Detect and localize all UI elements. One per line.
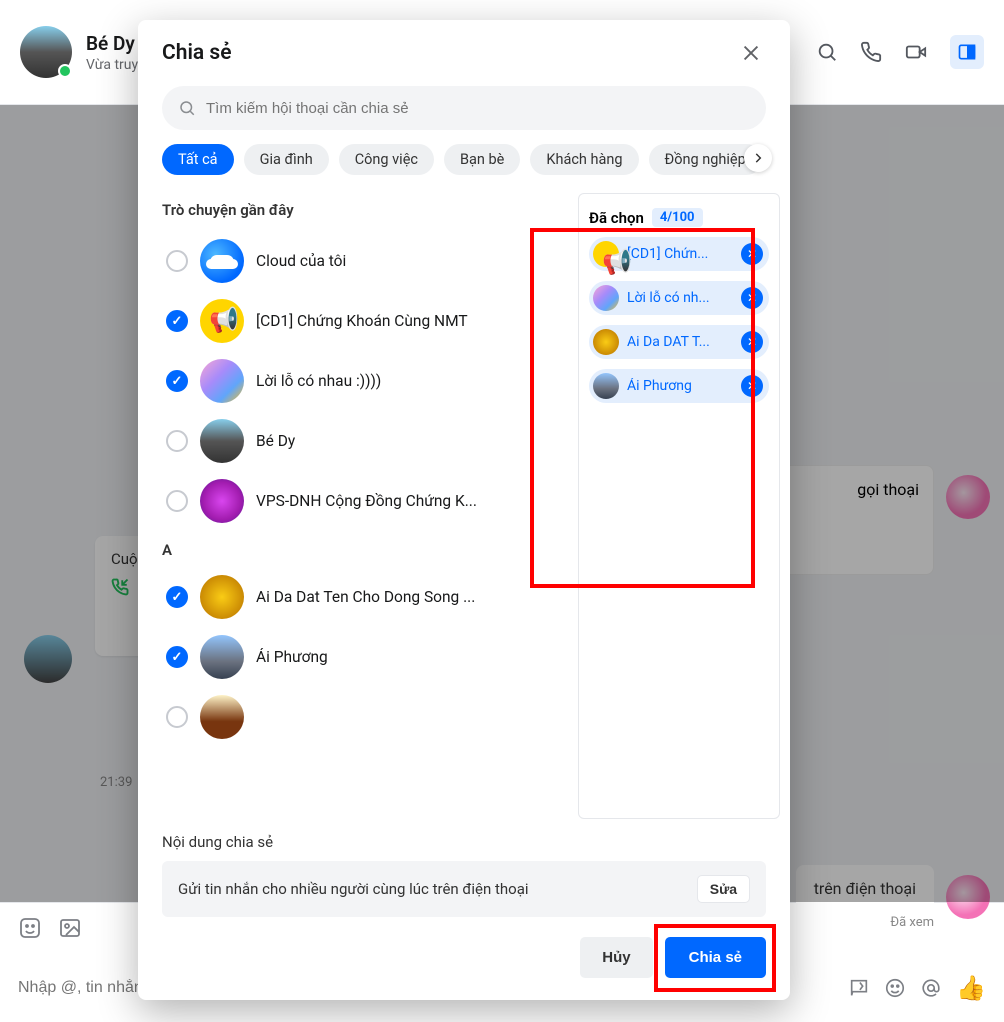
search-input[interactable] xyxy=(206,100,750,117)
list-item[interactable]: Ái Phương xyxy=(162,627,562,687)
list-item[interactable]: Cloud của tôi xyxy=(162,231,562,291)
edit-button[interactable]: Sửa xyxy=(697,875,750,903)
checkbox-icon[interactable] xyxy=(166,370,188,392)
close-icon[interactable] xyxy=(736,38,766,68)
checkbox-icon[interactable] xyxy=(166,490,188,512)
chip-work[interactable]: Công việc xyxy=(339,144,434,175)
selected-chip-label: Ái Phương xyxy=(627,378,733,394)
list-item[interactable] xyxy=(162,687,562,747)
share-content-label: Nội dung chia sẻ xyxy=(162,833,766,851)
section-a: A xyxy=(162,531,562,567)
online-dot-icon xyxy=(58,64,72,78)
list-item-label: VPS-DNH Cộng Đồng Chứng K... xyxy=(256,492,477,510)
selected-chip-label: Lời lỗ có nh... xyxy=(627,290,733,306)
list-item[interactable]: Lời lỗ có nhau :)))) xyxy=(162,351,562,411)
avatar xyxy=(593,285,619,311)
list-item-label: Bé Dy xyxy=(256,432,295,450)
avatar xyxy=(200,479,244,523)
list-item-label: Ai Da Dat Ten Cho Dong Song ... xyxy=(256,588,475,606)
phone-icon[interactable] xyxy=(860,41,882,63)
selected-chip: Lời lỗ có nh... ✕ xyxy=(589,281,769,315)
share-content-box: Gửi tin nhắn cho nhiều người cùng lúc tr… xyxy=(162,861,766,917)
search-icon[interactable] xyxy=(816,41,838,63)
checkbox-icon[interactable] xyxy=(166,250,188,272)
avatar[interactable] xyxy=(20,26,72,78)
selected-chip: Ai Da DAT T... ✕ xyxy=(589,325,769,359)
share-button[interactable]: Chia sẻ xyxy=(665,937,766,978)
mention-icon[interactable] xyxy=(920,977,942,999)
chip-customers[interactable]: Khách hàng xyxy=(530,144,638,175)
chip-family[interactable]: Gia đình xyxy=(244,144,329,175)
checkbox-icon[interactable] xyxy=(166,646,188,668)
section-recent: Trò chuyện gần đây xyxy=(162,193,562,231)
avatar xyxy=(593,241,619,267)
checkbox-icon[interactable] xyxy=(166,430,188,452)
checkbox-icon[interactable] xyxy=(166,586,188,608)
chip-all[interactable]: Tất cả xyxy=(162,144,234,175)
avatar xyxy=(200,239,244,283)
seen-label: Đã xem xyxy=(890,915,934,930)
remove-icon[interactable]: ✕ xyxy=(741,375,763,397)
avatar xyxy=(593,373,619,399)
list-item[interactable]: Bé Dy xyxy=(162,411,562,471)
search-icon xyxy=(178,99,196,117)
selected-label: Đã chọn xyxy=(589,209,644,227)
remove-icon[interactable]: ✕ xyxy=(741,243,763,265)
avatar xyxy=(200,359,244,403)
quick-message-icon[interactable] xyxy=(848,977,870,999)
share-content-text: Gửi tin nhắn cho nhiều người cùng lúc tr… xyxy=(178,880,687,898)
avatar xyxy=(200,575,244,619)
avatar xyxy=(200,695,244,739)
selected-panel: Đã chọn 4/100 [CD1] Chứn... ✕ Lời lỗ có … xyxy=(578,193,780,819)
list-item-label: Cloud của tôi xyxy=(256,252,346,270)
list-item-label: [CD1] Chứng Khoán Cùng NMT xyxy=(256,312,468,330)
list-item[interactable]: [CD1] Chứng Khoán Cùng NMT xyxy=(162,291,562,351)
selected-chip: [CD1] Chứn... ✕ xyxy=(589,237,769,271)
modal-title: Chia sẻ xyxy=(162,41,232,65)
sticker-icon[interactable] xyxy=(18,916,42,940)
list-item[interactable]: Ai Da Dat Ten Cho Dong Song ... xyxy=(162,567,562,627)
filter-chips: Tất cả Gia đình Công việc Bạn bè Khách h… xyxy=(138,130,790,185)
selected-count: 4/100 xyxy=(652,208,703,227)
avatar xyxy=(593,329,619,355)
selected-chip: Ái Phương ✕ xyxy=(589,369,769,403)
avatar xyxy=(200,635,244,679)
chip-friends[interactable]: Bạn bè xyxy=(444,144,520,175)
checkbox-icon[interactable] xyxy=(166,706,188,728)
list-item[interactable]: VPS-DNH Cộng Đồng Chứng K... xyxy=(162,471,562,531)
avatar xyxy=(200,299,244,343)
panel-toggle-icon[interactable] xyxy=(950,35,984,69)
remove-icon[interactable]: ✕ xyxy=(741,287,763,309)
avatar xyxy=(200,419,244,463)
thumbs-up-icon[interactable]: 👍 xyxy=(956,974,986,1002)
remove-icon[interactable]: ✕ xyxy=(741,331,763,353)
conversation-list[interactable]: Trò chuyện gần đây Cloud của tôi [CD1] C… xyxy=(162,193,570,819)
list-item-label: Ái Phương xyxy=(256,648,328,666)
checkbox-icon[interactable] xyxy=(166,310,188,332)
chevron-right-icon[interactable] xyxy=(744,144,772,172)
list-item-label: Lời lỗ có nhau :)))) xyxy=(256,372,381,390)
selected-chip-label: [CD1] Chứn... xyxy=(627,246,733,262)
image-icon[interactable] xyxy=(58,916,82,940)
selected-chip-label: Ai Da DAT T... xyxy=(627,334,733,350)
emoji-icon[interactable] xyxy=(884,977,906,999)
search-input-container[interactable] xyxy=(162,86,766,130)
video-icon[interactable] xyxy=(904,41,928,63)
cancel-button[interactable]: Hủy xyxy=(580,937,652,978)
share-modal: Chia sẻ Tất cả Gia đình Công việc Bạn bè… xyxy=(138,20,790,1000)
